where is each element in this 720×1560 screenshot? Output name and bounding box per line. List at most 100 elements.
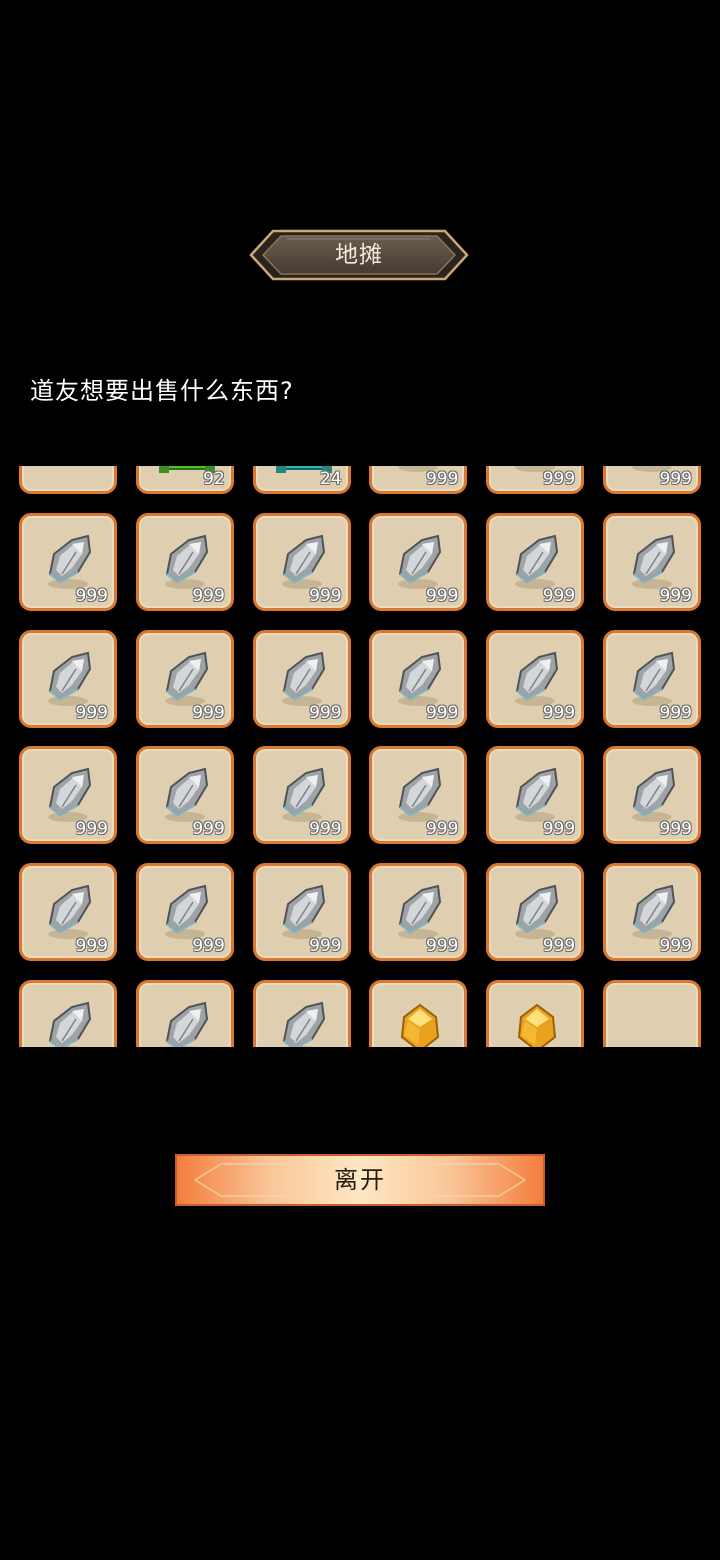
item-count: 999 <box>309 819 342 840</box>
item-count: 999 <box>425 469 459 489</box>
item-count: 999 <box>659 469 692 489</box>
item-count: 999 <box>425 819 459 840</box>
iron-ore-icon <box>626 530 682 592</box>
sell-prompt: 道友想要出售什么东西? <box>30 377 294 405</box>
inventory-slot[interactable]: 999 <box>369 629 468 728</box>
item-count: 999 <box>75 585 108 606</box>
page-title: 地摊 <box>335 242 383 268</box>
inventory-slot[interactable]: 999 <box>602 466 701 494</box>
inventory-slot[interactable]: 999 <box>135 863 234 962</box>
inventory-slot[interactable]: 999 <box>135 746 234 845</box>
inventory-scroll-area[interactable]: 92 24 999 999 999 999 999 999 999 999 999 999 999 999… <box>0 466 720 1047</box>
inventory-slot[interactable] <box>486 979 585 1047</box>
inventory-slot[interactable]: 999 <box>486 746 585 845</box>
inventory-slot[interactable]: 999 <box>135 512 234 611</box>
iron-ore-icon <box>276 880 332 942</box>
leave-button-label: 离开 <box>334 1166 386 1194</box>
iron-ore-icon <box>42 763 98 825</box>
iron-ore-icon <box>276 997 332 1047</box>
iron-ore-icon <box>626 880 682 942</box>
inventory-grid: 92 24 999 999 999 999 999 999 999 999 999 999 999 999… <box>19 466 703 1047</box>
iron-ore-icon <box>276 763 332 825</box>
inventory-slot[interactable]: 999 <box>486 629 585 728</box>
iron-ore-icon <box>392 647 448 709</box>
item-count: 24 <box>319 469 342 489</box>
iron-ore-icon <box>392 530 448 592</box>
iron-ore-icon <box>159 647 215 709</box>
iron-ore-icon <box>42 997 98 1047</box>
item-count: 92 <box>203 469 225 489</box>
inventory-slot[interactable]: 999 <box>252 512 351 611</box>
iron-ore-icon <box>509 763 565 825</box>
inventory-slot[interactable]: 999 <box>252 746 351 845</box>
item-count: 999 <box>425 702 459 723</box>
title-plate: 地摊 <box>249 228 469 282</box>
iron-ore-icon <box>159 763 215 825</box>
gold-crystal-icon <box>509 997 565 1047</box>
inventory-slot[interactable]: 999 <box>486 863 585 962</box>
inventory-slot[interactable]: 999 <box>369 746 468 845</box>
iron-ore-icon <box>392 763 448 825</box>
iron-ore-icon <box>626 763 682 825</box>
leave-button[interactable]: 离开 <box>175 1154 545 1206</box>
item-count: 999 <box>659 585 692 606</box>
iron-ore-icon <box>509 530 565 592</box>
inventory-slot[interactable]: 999 <box>486 466 585 494</box>
item-count: 999 <box>542 585 576 606</box>
inventory-slot[interactable]: 999 <box>252 629 351 728</box>
inventory-slot[interactable]: 999 <box>369 466 468 494</box>
item-count: 999 <box>659 819 692 840</box>
item-count: 999 <box>309 585 342 606</box>
inventory-slot[interactable] <box>135 979 234 1047</box>
inventory-slot[interactable] <box>19 466 117 494</box>
iron-ore-icon <box>42 880 98 942</box>
inventory-slot[interactable]: 999 <box>602 863 701 962</box>
item-count: 999 <box>192 936 225 957</box>
iron-ore-icon <box>509 880 565 942</box>
item-count: 999 <box>192 819 225 840</box>
inventory-slot[interactable] <box>602 979 701 1047</box>
iron-ore-icon <box>626 647 682 709</box>
item-count: 999 <box>75 819 108 840</box>
inventory-slot[interactable]: 999 <box>369 512 468 611</box>
iron-ore-icon <box>159 997 215 1047</box>
item-count: 999 <box>75 936 108 957</box>
iron-ore-icon <box>159 530 215 592</box>
inventory-slot[interactable]: 999 <box>252 863 351 962</box>
item-count: 999 <box>659 702 692 723</box>
inventory-slot[interactable]: 999 <box>19 746 117 845</box>
inventory-slot[interactable]: 999 <box>19 629 117 728</box>
iron-ore-icon <box>159 880 215 942</box>
item-count: 999 <box>192 702 225 723</box>
inventory-slot[interactable] <box>369 979 468 1047</box>
inventory-slot[interactable]: 24 <box>252 466 351 494</box>
inventory-slot[interactable]: 999 <box>602 746 701 845</box>
iron-ore-icon <box>392 880 448 942</box>
iron-ore-icon <box>42 647 98 709</box>
item-count: 999 <box>659 936 692 957</box>
inventory-slot[interactable]: 999 <box>602 512 701 611</box>
inventory-slot[interactable]: 999 <box>19 863 117 962</box>
iron-ore-icon <box>276 530 332 592</box>
iron-ore-icon <box>42 530 98 592</box>
item-count: 999 <box>309 936 342 957</box>
item-count: 999 <box>309 702 342 723</box>
item-count: 999 <box>542 936 576 957</box>
item-count: 999 <box>542 702 576 723</box>
inventory-slot[interactable]: 999 <box>135 629 234 728</box>
item-count: 999 <box>192 585 225 606</box>
item-count: 999 <box>425 585 459 606</box>
inventory-slot[interactable]: 999 <box>19 512 117 611</box>
item-count: 999 <box>542 469 576 489</box>
gold-crystal-icon <box>392 997 448 1047</box>
iron-ore-icon <box>276 647 332 709</box>
item-count: 999 <box>542 819 576 840</box>
inventory-slot[interactable]: 999 <box>486 512 585 611</box>
inventory-slot[interactable]: 999 <box>369 863 468 962</box>
inventory-slot[interactable] <box>252 979 351 1047</box>
item-count: 999 <box>75 702 108 723</box>
item-count: 999 <box>425 936 459 957</box>
inventory-slot[interactable]: 999 <box>602 629 701 728</box>
inventory-slot[interactable]: 92 <box>135 466 234 494</box>
inventory-slot[interactable] <box>19 979 117 1047</box>
